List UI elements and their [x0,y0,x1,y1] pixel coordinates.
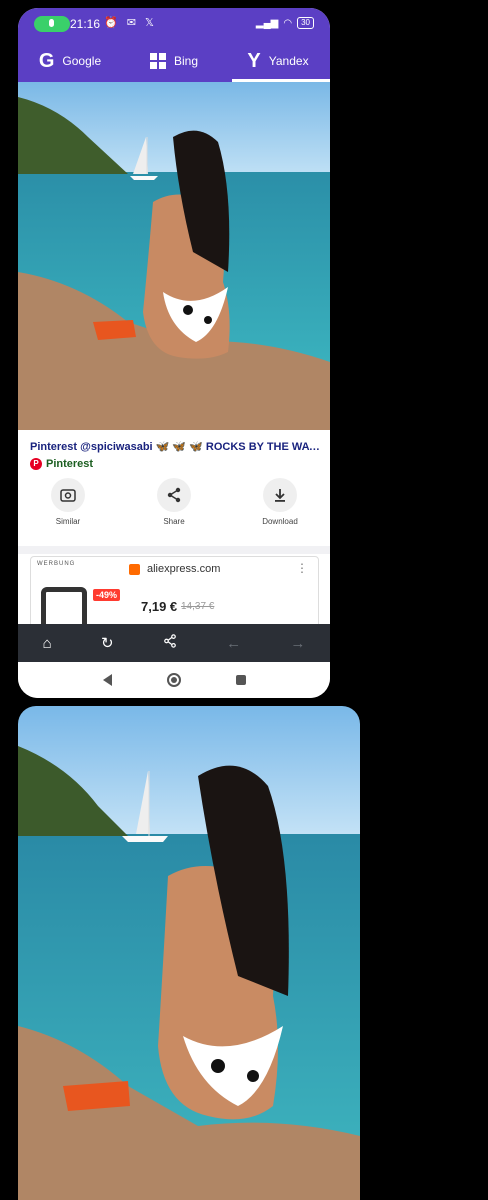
download-icon [263,478,297,512]
pinterest-icon: P [30,458,42,470]
signal-icon: ▂▄▆ [255,17,279,29]
source-label: Pinterest [46,458,94,470]
download-button[interactable]: Download [245,478,315,542]
tab-google[interactable]: G Google [18,40,122,82]
tab-label: Google [62,54,102,68]
browser-toolbar: ⌂ ↻ ← → [18,624,330,662]
back-icon[interactable] [102,674,112,686]
wifi-icon: ◠ [283,17,293,29]
tab-yandex[interactable]: Y Yandex [226,40,330,82]
ad-domain[interactable]: aliexpress.com [147,563,220,575]
similar-button[interactable]: Similar [33,478,103,542]
share-icon [157,478,191,512]
tab-label: Yandex [268,54,309,68]
home-button-icon[interactable] [166,673,181,687]
share-icon[interactable] [163,634,177,652]
ad-price: 7,19 € [141,599,178,614]
download-label: Download [262,517,298,526]
result-source[interactable]: P Pinterest [30,458,93,470]
home-icon[interactable]: ⌂ [43,635,52,652]
recents-icon[interactable] [235,675,246,685]
share-button[interactable]: Share [139,478,209,542]
ad-old-price: 14,37 € [181,601,215,612]
mic-active-indicator [34,16,70,32]
status-bar: 21:16 ⏰ ✉ 𝕏 ▂▄▆ ◠ 30 [18,8,330,40]
yandex-icon: Y [247,49,261,72]
reload-icon[interactable]: ↻ [101,634,114,652]
phone-screen: 21:16 ⏰ ✉ 𝕏 ▂▄▆ ◠ 30 G Google Bing Y Yan… [18,8,330,698]
bing-icon [149,53,166,69]
tab-bing[interactable]: Bing [122,40,226,82]
forward-arrow-icon[interactable]: → [290,635,305,652]
back-arrow-icon[interactable]: ← [226,635,241,652]
share-label: Share [163,517,185,526]
system-navigation-bar [18,662,330,698]
battery-icon: 30 [297,17,314,29]
divider [18,546,330,554]
enlarged-image [18,706,360,1200]
tab-label: Bing [173,54,199,68]
more-options-icon[interactable]: ⋮ [296,561,308,575]
ad-label: WERBUNG [37,561,76,567]
discount-badge: -49% [93,589,121,601]
image-search-icon [51,478,85,512]
result-actions: Similar Share Download [18,478,330,542]
similar-label: Similar [55,517,81,526]
aliexpress-icon [129,564,140,575]
result-image[interactable] [18,82,330,430]
search-engine-tabs: G Google Bing Y Yandex [18,40,330,82]
system-status-icons: ▂▄▆ ◠ 30 [256,17,314,29]
notification-icons: ⏰ ✉ 𝕏 [104,17,157,29]
result-title[interactable]: Pinterest @spiciwasabi 🦋 🦋 🦋 ROCKS BY TH… [30,440,320,453]
google-icon: G [38,49,55,72]
